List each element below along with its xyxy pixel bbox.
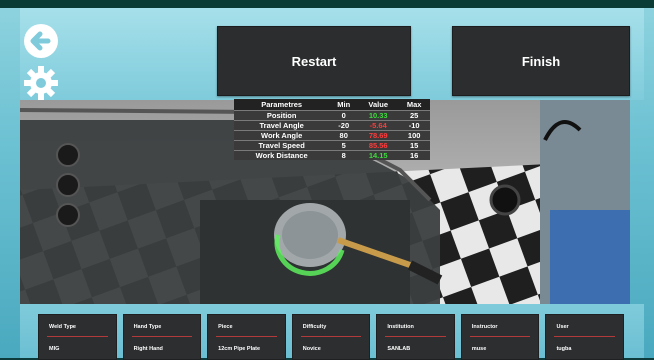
info-value: Novice (302, 346, 321, 352)
divider (47, 336, 108, 337)
info-label: Instructor (471, 324, 498, 330)
param-min: 80 (329, 130, 359, 141)
info-label: Hand Type (133, 324, 162, 330)
header-value: Value (358, 99, 399, 111)
info-label: Weld Type (49, 324, 76, 330)
info-value: Right Hand (133, 346, 163, 352)
divider (385, 336, 446, 337)
param-name: Travel Speed (234, 140, 330, 151)
divider (216, 336, 277, 337)
param-min: 0 (329, 110, 359, 121)
info-card-institution: Institution SANLAB (376, 314, 455, 360)
param-name: Position (234, 110, 330, 121)
info-value: SANLAB (387, 346, 411, 352)
back-arrow-icon (24, 24, 58, 58)
table-row: Travel Speed 5 85.56 15 (234, 140, 430, 151)
divider (131, 336, 193, 337)
param-max: 100 (398, 130, 430, 141)
param-max: 15 (398, 140, 430, 151)
info-value: MIG (49, 346, 60, 352)
param-min: 8 (329, 150, 359, 160)
param-value: 85.56 (358, 140, 399, 151)
info-card-weld-type: Weld Type MIG (38, 314, 117, 360)
finish-button[interactable]: Finish (452, 26, 630, 96)
param-min: 5 (329, 140, 359, 151)
param-value: -5.64 (358, 120, 399, 131)
info-label: Difficulty (302, 324, 327, 330)
header-min: Min (329, 99, 359, 111)
divider (300, 336, 362, 337)
header-parametres: Parametres (234, 99, 330, 111)
info-card-instructor: Instructor muse (460, 314, 540, 360)
info-card-difficulty: Difficulty Novice (291, 314, 371, 360)
divider (554, 336, 616, 337)
info-card-user: User tugba (545, 314, 625, 360)
settings-button[interactable] (22, 64, 60, 102)
table-row: Work Distance 8 14.15 16 (234, 150, 430, 160)
param-max: 16 (398, 150, 430, 160)
param-name: Work Angle (234, 130, 330, 141)
param-value: 10.33 (358, 110, 399, 121)
info-card-piece: Piece 12cm Pipe Plate (207, 314, 286, 360)
gear-icon (24, 66, 58, 100)
info-label: User (556, 324, 569, 330)
back-button[interactable] (22, 22, 60, 60)
param-max: 25 (398, 110, 430, 121)
divider (469, 336, 531, 337)
session-info-bar: Weld Type MIG Hand Type Right Hand Piece… (38, 314, 625, 360)
parameters-table: Parametres Min Value Max Position 0 10.3… (234, 99, 430, 160)
param-name: Travel Angle (234, 120, 330, 131)
restart-button[interactable]: Restart (217, 26, 411, 96)
info-value: 12cm Pipe Plate (218, 346, 261, 352)
param-max: -10 (398, 120, 430, 131)
header-max: Max (398, 99, 430, 111)
parameters-header-row: Parametres Min Value Max (234, 99, 430, 111)
table-row: Position 0 10.33 25 (234, 110, 430, 121)
table-row: Work Angle 80 78.69 100 (234, 130, 430, 141)
top-strip (0, 0, 654, 8)
table-row: Travel Angle -20 -5.64 -10 (234, 120, 430, 131)
param-value: 78.69 (358, 130, 399, 141)
param-min: -20 (329, 120, 359, 131)
info-label: Institution (387, 324, 414, 330)
info-value: muse (471, 346, 487, 352)
info-label: Piece (218, 324, 233, 330)
param-value: 14.15 (358, 150, 399, 160)
param-name: Work Distance (234, 150, 330, 160)
info-card-hand-type: Hand Type Right Hand (122, 314, 202, 360)
info-value: tugba (556, 346, 572, 352)
